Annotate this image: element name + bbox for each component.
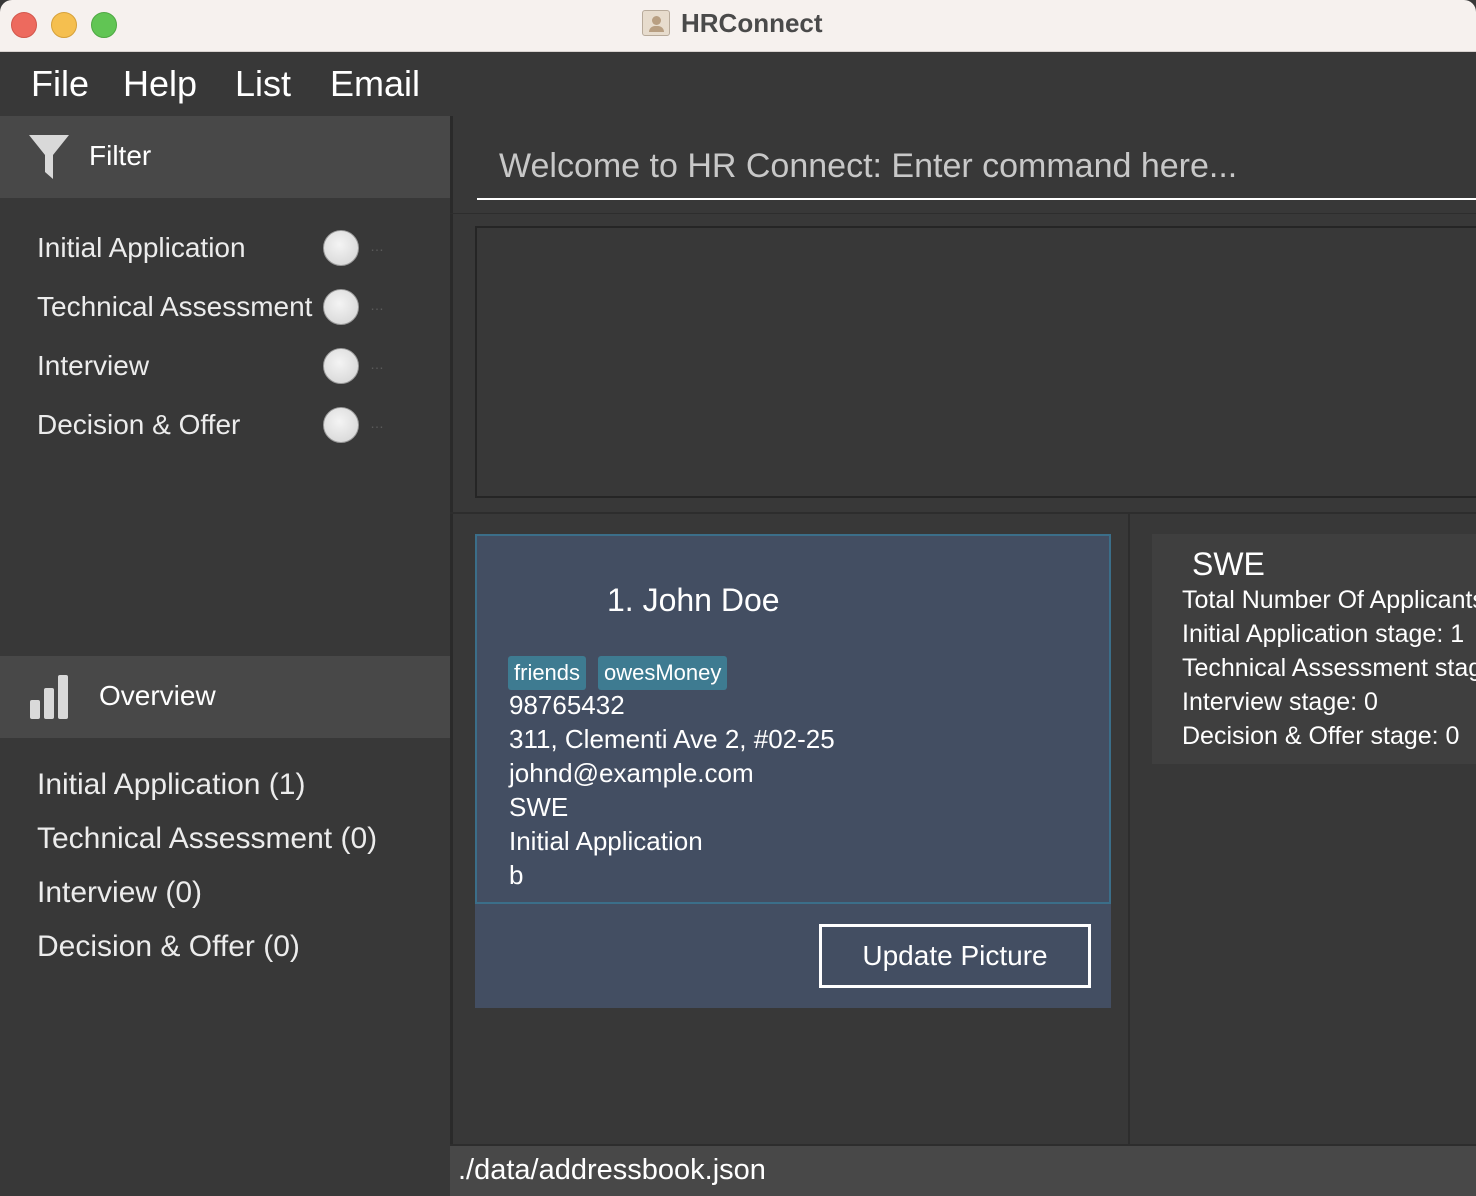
truncation-ellipsis: … [370,415,384,431]
app-icon [642,10,670,36]
title-bar: HRConnect [0,0,1476,52]
main-area: 1. John Doe friends owesMoney 98765432 3… [450,116,1476,1196]
stats-interview: Interview stage: 0 [1182,688,1378,716]
tag-friends: friends [508,656,587,690]
stats-total-applicants: Total Number Of Applicants [1182,586,1476,614]
update-picture-button[interactable]: Update Picture [819,924,1091,988]
overview-title: Overview [99,680,216,711]
applicant-email: johnd@example.com [509,758,754,788]
role-stats: SWE Total Number Of Applicants Initial A… [1152,534,1476,764]
overview-initial-application: Initial Application (1) [37,768,306,801]
applicant-card[interactable]: 1. John Doe friends owesMoney 98765432 3… [475,534,1111,1008]
applicant-card-details: 1. John Doe friends owesMoney 98765432 3… [475,534,1111,904]
command-input[interactable] [477,134,1476,200]
stats-initial-application: Initial Application stage: 1 [1182,620,1465,648]
filter-label: Initial Application [37,232,246,263]
truncation-ellipsis: … [370,356,384,372]
bar-chart-icon [30,675,68,719]
save-file-path: ./data/addressbook.json [458,1154,766,1186]
close-window-button[interactable] [11,12,37,38]
overview-header: Overview [0,656,450,738]
applicant-list-panel[interactable]: 1. John Doe friends owesMoney 98765432 3… [450,514,1128,1144]
filter-radio[interactable] [323,289,359,325]
menu-bar: File Help List Email [0,53,1476,116]
filter-initial-application[interactable]: Initial Application … [0,224,450,274]
sidebar: Filter Initial Application … Technical A… [0,116,450,1196]
applicant-note: b [509,860,524,890]
filter-title: Filter [89,140,152,171]
truncation-ellipsis: … [370,297,384,313]
menu-help[interactable]: Help [123,63,197,105]
truncation-ellipsis: … [370,238,384,254]
filter-icon [29,135,69,179]
filter-radio[interactable] [323,348,359,384]
overview-technical-assessment: Technical Assessment (0) [37,822,378,855]
filter-radio[interactable] [323,230,359,266]
applicant-stage: Initial Application [509,826,703,856]
command-box [450,116,1476,213]
applicant-phone: 98765432 [509,690,625,720]
filter-header: Filter [0,116,450,198]
overview-interview: Interview (0) [37,876,203,909]
overview-decision-offer: Decision & Offer (0) [37,930,300,963]
filter-decision-offer[interactable]: Decision & Offer … [0,401,450,451]
menu-file[interactable]: File [31,63,89,105]
applicant-address: 311, Clementi Ave 2, #02-25 [509,724,835,754]
stats-panel: SWE Total Number Of Applicants Initial A… [1130,514,1476,1144]
stats-role-title: SWE [1192,546,1265,582]
minimize-window-button[interactable] [51,12,77,38]
result-display-wrapper [450,214,1476,512]
filter-technical-assessment[interactable]: Technical Assessment … [0,283,450,333]
maximize-window-button[interactable] [91,12,117,38]
applicant-name: 1. John Doe [607,582,780,618]
filter-radio[interactable] [323,407,359,443]
tag-owes-money: owesMoney [598,656,728,690]
menu-email[interactable]: Email [330,63,420,105]
filter-label: Technical Assessment [37,291,313,322]
result-display [475,226,1476,498]
window-title: HRConnect [681,8,823,38]
stats-decision-offer: Decision & Offer stage: 0 [1182,722,1460,750]
status-bar: ./data/addressbook.json [450,1146,1476,1196]
filter-label: Interview [37,350,150,381]
applicant-role: SWE [509,792,569,822]
filter-label: Decision & Offer [37,409,241,440]
stats-technical-assessment: Technical Assessment stag [1182,654,1476,682]
menu-list[interactable]: List [235,63,291,105]
filter-interview[interactable]: Interview … [0,342,450,392]
